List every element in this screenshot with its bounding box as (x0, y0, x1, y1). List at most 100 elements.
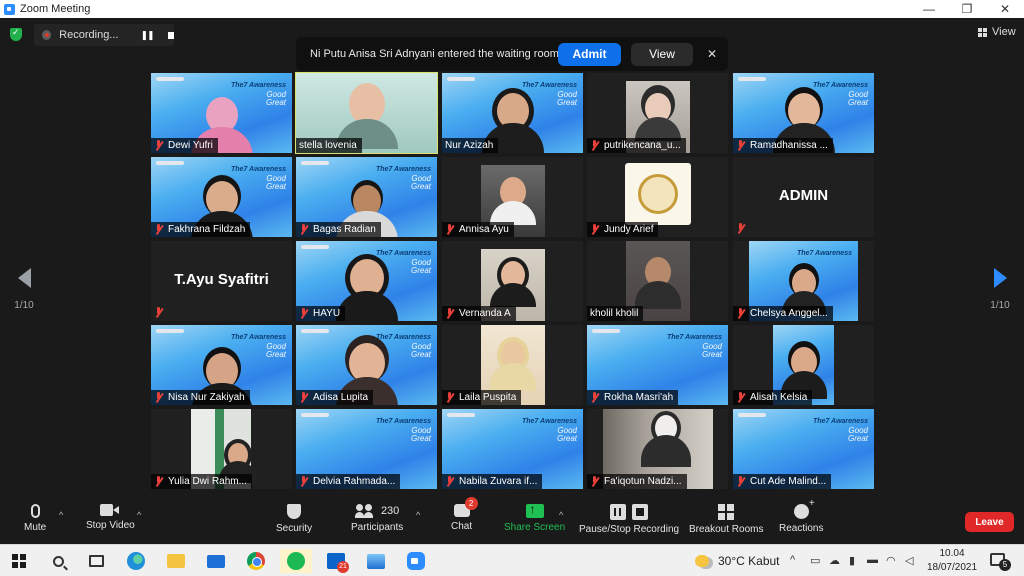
participant-name-label: Chelsya Anggel... (733, 306, 833, 321)
pause-recording-icon[interactable]: ❚❚ (140, 30, 154, 41)
video-tile[interactable]: The7 Awareness Good Great Rokha Masri'ah (587, 325, 728, 405)
video-tile[interactable]: The7 Awareness Good Great Cut Ade Malind..… (733, 409, 874, 489)
maximize-button[interactable]: ❐ (948, 2, 986, 16)
stop-video-button[interactable]: Stop Video (86, 504, 135, 531)
taskbar-photos[interactable] (360, 549, 392, 573)
participant-name-label: Vernanda A (442, 306, 516, 321)
leave-meeting-button[interactable]: Leave (965, 512, 1014, 532)
mic-muted-icon (590, 392, 599, 403)
microphone-tray-icon[interactable]: ▮ (849, 554, 855, 567)
participants-options-chevron-icon[interactable]: ^ (416, 510, 420, 520)
volume-icon[interactable]: ◁ (905, 554, 913, 567)
share-screen-icon (525, 502, 544, 518)
taskbar-mail[interactable] (200, 549, 232, 573)
participant-name-label: Adisa Lupita (296, 390, 374, 405)
mic-muted-icon (154, 392, 163, 403)
video-tile[interactable]: The7 Awareness Good Great Ramadhanissa ... (733, 73, 874, 153)
task-view-button[interactable] (80, 549, 112, 573)
video-options-chevron-icon[interactable]: ^ (137, 510, 141, 520)
mic-muted-icon (154, 307, 163, 318)
clock-time: 10.04 (939, 548, 965, 559)
view-waiting-room-button[interactable]: View (631, 42, 693, 66)
video-tile[interactable]: The7 Awareness Good Great Nisa Nur Zakiyah (151, 325, 292, 405)
system-clock[interactable]: 10.04 18/07/2021 (925, 547, 979, 575)
weather-widget[interactable]: 30°C Kabut (718, 554, 780, 568)
tray-chevron-icon[interactable]: ^ (790, 554, 795, 566)
close-notification-icon[interactable]: ✕ (707, 47, 717, 61)
wifi-icon[interactable]: ◠ (886, 554, 896, 567)
admit-button[interactable]: Admit (558, 42, 621, 66)
video-tile-active-speaker[interactable]: stella lovenia (295, 72, 438, 154)
video-tile[interactable]: Laila Puspita (442, 325, 583, 405)
participant-name-label: Fa'iqotun Nadzi... (587, 474, 687, 489)
mic-muted-icon (299, 476, 308, 487)
mic-muted-icon (736, 223, 745, 234)
taskbar-search-button[interactable] (42, 549, 74, 573)
breakout-rooms-button[interactable]: Breakout Rooms (689, 504, 763, 535)
mute-button[interactable]: Mute (24, 504, 46, 533)
mic-muted-icon (736, 476, 745, 487)
share-screen-button[interactable]: Share Screen (504, 502, 565, 533)
previous-page-button[interactable]: 1/10 (9, 268, 39, 311)
start-button[interactable] (3, 549, 35, 573)
mic-muted-icon (590, 140, 599, 151)
participant-name-label: Nur Azizah (442, 138, 499, 153)
video-tile[interactable]: Fa'iqotun Nadzi... (587, 409, 728, 489)
video-tile[interactable]: The7 Awareness Good Great HAYU (296, 241, 437, 321)
taskbar-zoom[interactable] (400, 549, 432, 573)
pause-stop-recording-button[interactable]: Pause/Stop Recording (579, 504, 679, 535)
video-tile[interactable]: Yulia Dwi Rahm... (151, 409, 292, 489)
mic-muted-icon (299, 308, 308, 319)
participant-face (489, 341, 536, 391)
video-tile-no-video[interactable]: T.Ayu Syafitri (151, 241, 292, 321)
participant-name-label: Dewi Yufri (151, 138, 218, 153)
video-tile[interactable]: Jundy Arief (587, 157, 728, 237)
video-tile[interactable]: Vernanda A (442, 241, 583, 321)
taskbar-chrome[interactable] (240, 549, 272, 573)
video-tile[interactable]: putrikencana_u... (587, 73, 728, 153)
view-layout-button[interactable]: View (978, 26, 1016, 38)
photos-icon (367, 553, 385, 569)
video-tile[interactable]: The7 Awareness Good Great Adisa Lupita (296, 325, 437, 405)
video-tile[interactable]: The7 Awareness Good Great Dewi Yufri (151, 73, 292, 153)
share-options-chevron-icon[interactable]: ^ (559, 510, 563, 520)
smiley-reaction-icon (793, 498, 815, 519)
video-tile[interactable]: The7 Awareness Good Great Nur Azizah (442, 73, 583, 153)
reactions-button[interactable]: Reactions (779, 498, 823, 534)
cloud-icon[interactable]: ☁ (829, 554, 840, 567)
video-camera-icon (100, 504, 120, 516)
battery-icon[interactable]: ▬ (867, 554, 878, 566)
minimize-button[interactable]: — (910, 2, 948, 16)
encryption-shield-icon[interactable] (10, 27, 22, 41)
device-icon[interactable]: ▭ (810, 554, 820, 567)
video-tile[interactable]: Alisah Kelsia (733, 325, 874, 405)
mail-unread-badge: 21 (337, 561, 349, 573)
video-tile[interactable]: kholil kholil (587, 241, 728, 321)
video-tile[interactable]: The7 Awareness Good Great Fakhrana Fildzah (151, 157, 292, 237)
video-tile[interactable]: Annisa Ayu (442, 157, 583, 237)
participants-button[interactable]: 230 Participants (351, 504, 403, 533)
taskbar-mail-app[interactable]: 21 (320, 549, 352, 573)
video-tile-no-video[interactable]: ADMIN (733, 157, 874, 237)
stop-recording-icon[interactable] (167, 31, 174, 39)
video-tile[interactable]: The7 Awareness Good Great Bagas Radian (296, 157, 437, 237)
taskbar-spotify[interactable] (280, 549, 312, 573)
clock-date: 18/07/2021 (926, 562, 978, 573)
weather-icon[interactable] (695, 555, 709, 567)
close-window-button[interactable]: ✕ (986, 2, 1024, 16)
chat-button[interactable]: 2 Chat (451, 497, 478, 532)
next-page-button[interactable]: 1/10 (985, 268, 1015, 311)
video-tile[interactable]: The7 Awareness Chelsya Anggel... (733, 241, 874, 321)
participant-name-label: kholil kholil (587, 306, 644, 321)
breakout-rooms-icon (718, 504, 735, 520)
participant-name-label: Alisah Kelsia (733, 390, 813, 405)
audio-options-chevron-icon[interactable]: ^ (59, 510, 63, 520)
security-button[interactable]: Security (276, 504, 312, 534)
taskbar-file-explorer[interactable] (160, 549, 192, 573)
video-tile[interactable]: The7 Awareness Good Great Delvia Rahmada..… (296, 409, 437, 489)
taskbar-edge[interactable] (120, 549, 152, 573)
mic-muted-icon (736, 140, 745, 151)
video-tile[interactable]: The7 Awareness Good Great Nabila Zuvara if… (442, 409, 583, 489)
mail-icon (207, 554, 225, 568)
participant-name-label: Annisa Ayu (442, 222, 514, 237)
